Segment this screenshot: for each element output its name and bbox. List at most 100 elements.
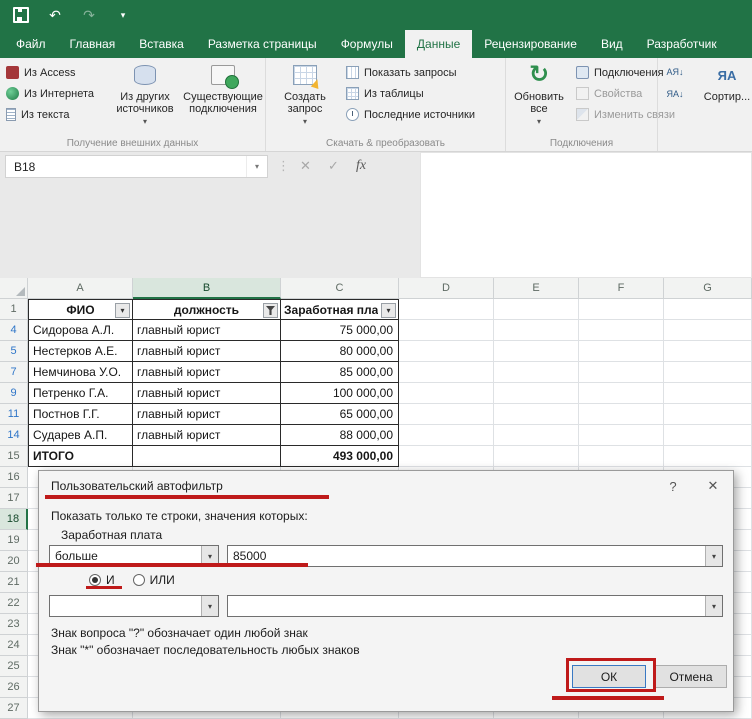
row-header-24[interactable]: 24 <box>0 635 28 656</box>
sort-ascending-button[interactable]: АЯ↓ <box>662 62 688 81</box>
recent-sources-button[interactable]: Последние источники <box>342 104 479 125</box>
row-header-4[interactable]: 4 <box>0 320 28 341</box>
column-header-a[interactable]: A <box>28 278 133 299</box>
cell-a1[interactable]: ФИО ▾ <box>28 299 133 320</box>
new-query-button[interactable]: Создать запрос ▾ <box>272 61 338 133</box>
cell-d15[interactable] <box>399 446 494 467</box>
name-box[interactable]: B18 ▾ <box>5 155 268 178</box>
sort-button[interactable]: ЯА Сортир... <box>692 61 752 133</box>
cell-f9[interactable] <box>579 383 664 404</box>
operator2-select[interactable]: ▾ <box>49 595 219 617</box>
cell-c7[interactable]: 85 000,00 <box>281 362 399 383</box>
cell-b15[interactable] <box>133 446 281 467</box>
row-header-7[interactable]: 7 <box>0 362 28 383</box>
filter-dropdown-button[interactable]: ▾ <box>381 303 396 318</box>
row-header-11[interactable]: 11 <box>0 404 28 425</box>
row-header-17[interactable]: 17 <box>0 488 28 509</box>
cell-g4[interactable] <box>664 320 752 341</box>
column-header-d[interactable]: D <box>399 278 494 299</box>
cell-c1[interactable]: Заработная пла ▾ <box>281 299 399 320</box>
cell-d14[interactable] <box>399 425 494 446</box>
cell-f4[interactable] <box>579 320 664 341</box>
row-header-5[interactable]: 5 <box>0 341 28 362</box>
cell-e4[interactable] <box>494 320 579 341</box>
cell-c5[interactable]: 80 000,00 <box>281 341 399 362</box>
cell-e11[interactable] <box>494 404 579 425</box>
cell-a14[interactable]: Сударев А.П. <box>28 425 133 446</box>
cell-a15[interactable]: ИТОГО <box>28 446 133 467</box>
cell-a4[interactable]: Сидорова А.Л. <box>28 320 133 341</box>
from-text-button[interactable]: Из текста <box>2 104 98 125</box>
existing-connections-button[interactable]: Существующие подключения <box>182 61 264 133</box>
row-header-18[interactable]: 18 <box>0 509 28 530</box>
cell-d4[interactable] <box>399 320 494 341</box>
formula-bar-splitter-icon[interactable]: ⋮ <box>277 158 290 174</box>
cell-g1[interactable] <box>664 299 752 320</box>
filter-dropdown-button[interactable]: ▾ <box>115 303 130 318</box>
radio-or[interactable]: ИЛИ <box>132 573 175 587</box>
radio-and[interactable]: И <box>89 573 115 587</box>
cell-b5[interactable]: главный юрист <box>133 341 281 362</box>
cell-d7[interactable] <box>399 362 494 383</box>
cell-f1[interactable] <box>579 299 664 320</box>
column-header-e[interactable]: E <box>494 278 579 299</box>
insert-function-icon[interactable]: fx <box>356 158 366 174</box>
column-header-c[interactable]: C <box>281 278 399 299</box>
from-table-button[interactable]: Из таблицы <box>342 83 479 104</box>
cell-g9[interactable] <box>664 383 752 404</box>
row-header-15[interactable]: 15 <box>0 446 28 467</box>
value2-dropdown-icon[interactable]: ▾ <box>705 596 722 616</box>
cell-f15[interactable] <box>579 446 664 467</box>
sort-descending-button[interactable]: ЯА↓ <box>662 84 688 103</box>
column-header-b[interactable]: B <box>133 278 281 299</box>
cell-f14[interactable] <box>579 425 664 446</box>
cell-e9[interactable] <box>494 383 579 404</box>
row-header-25[interactable]: 25 <box>0 656 28 677</box>
row-header-20[interactable]: 20 <box>0 551 28 572</box>
save-button[interactable] <box>12 6 30 24</box>
cell-b4[interactable]: главный юрист <box>133 320 281 341</box>
select-all-button[interactable] <box>0 278 28 299</box>
row-header-21[interactable]: 21 <box>0 572 28 593</box>
cell-b11[interactable]: главный юрист <box>133 404 281 425</box>
cell-g5[interactable] <box>664 341 752 362</box>
from-web-button[interactable]: Из Интернета <box>2 83 98 104</box>
tab-data[interactable]: Данные <box>404 30 473 58</box>
tab-file[interactable]: Файл <box>4 30 58 58</box>
enter-entry-icon[interactable]: ✓ <box>328 158 339 174</box>
refresh-all-button[interactable]: ↻ Обновить все ▾ <box>508 61 570 133</box>
cell-g15[interactable] <box>664 446 752 467</box>
row-header-9[interactable]: 9 <box>0 383 28 404</box>
operator2-dropdown-icon[interactable]: ▾ <box>201 596 218 616</box>
dialog-close-button[interactable]: ✕ <box>693 471 733 501</box>
cancel-button[interactable]: Отмена <box>655 665 727 688</box>
tab-insert[interactable]: Вставка <box>127 30 196 58</box>
cell-d5[interactable] <box>399 341 494 362</box>
filter-active-button[interactable] <box>263 303 278 318</box>
cell-d9[interactable] <box>399 383 494 404</box>
cell-g7[interactable] <box>664 362 752 383</box>
cell-c14[interactable]: 88 000,00 <box>281 425 399 446</box>
row-header-23[interactable]: 23 <box>0 614 28 635</box>
formula-input[interactable] <box>420 152 752 278</box>
cell-e1[interactable] <box>494 299 579 320</box>
cell-b9[interactable]: главный юрист <box>133 383 281 404</box>
column-header-g[interactable]: G <box>664 278 752 299</box>
tab-developer[interactable]: Разработчик <box>635 30 729 58</box>
name-box-dropdown-icon[interactable]: ▾ <box>246 156 267 177</box>
undo-button[interactable]: ↶ <box>46 6 64 24</box>
cell-b7[interactable]: главный юрист <box>133 362 281 383</box>
cell-f7[interactable] <box>579 362 664 383</box>
cell-a11[interactable]: Постнов Г.Г. <box>28 404 133 425</box>
cell-a7[interactable]: Немчинова У.О. <box>28 362 133 383</box>
column-header-f[interactable]: F <box>579 278 664 299</box>
tab-formulas[interactable]: Формулы <box>329 30 405 58</box>
dialog-help-button[interactable]: ? <box>653 471 693 501</box>
cell-c4[interactable]: 75 000,00 <box>281 320 399 341</box>
cell-f5[interactable] <box>579 341 664 362</box>
tab-home[interactable]: Главная <box>58 30 128 58</box>
cell-e7[interactable] <box>494 362 579 383</box>
cell-c9[interactable]: 100 000,00 <box>281 383 399 404</box>
tab-page-layout[interactable]: Разметка страницы <box>196 30 329 58</box>
row-header-19[interactable]: 19 <box>0 530 28 551</box>
